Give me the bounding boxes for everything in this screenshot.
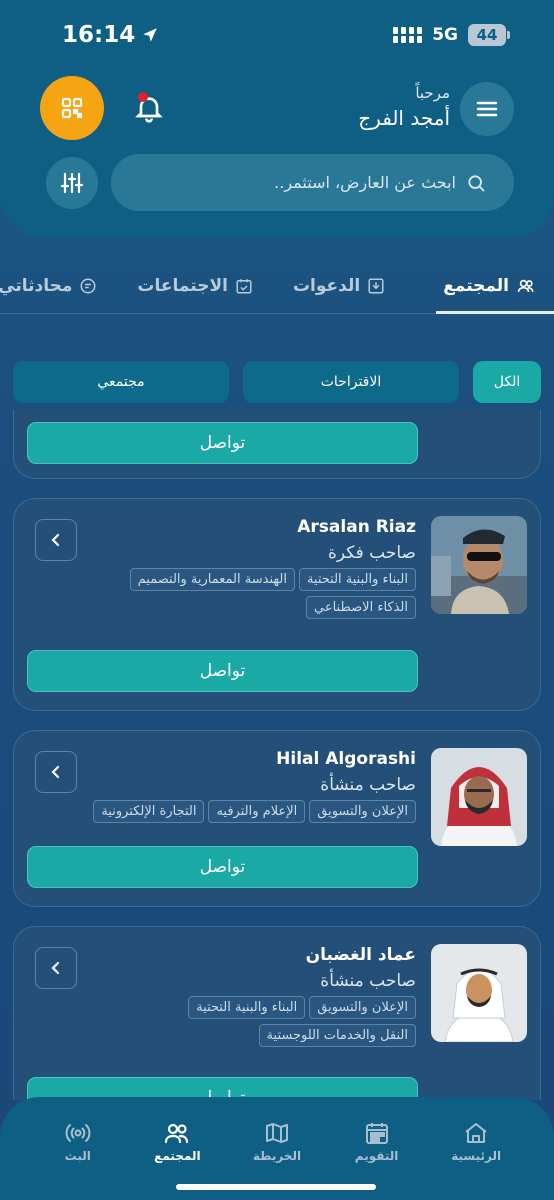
- tab-invitations[interactable]: الدعوات: [275, 262, 425, 310]
- nav-map-label: الخريطة: [252, 1149, 302, 1163]
- battery-icon: 44: [468, 24, 510, 46]
- user-name: أمجد الفرج: [358, 106, 450, 130]
- person-role: صاحب منشأة: [320, 971, 416, 991]
- connect-button[interactable]: تواصل: [27, 650, 418, 692]
- card-open-button[interactable]: [35, 751, 77, 793]
- person-role: صاحب منشأة: [320, 775, 416, 795]
- connect-label: تواصل: [199, 433, 246, 453]
- app-header: 16:14 5G 44 مرحباً أمجد الفرج ابحث عن ال…: [0, 0, 554, 238]
- chevron-left-icon: [51, 765, 60, 779]
- calendar-check-icon: [236, 279, 252, 294]
- filter-all[interactable]: الكل: [473, 361, 541, 403]
- filter-my-community[interactable]: مجتمعي: [13, 361, 229, 403]
- tab-community[interactable]: المجتمع: [425, 262, 554, 310]
- search-bar[interactable]: ابحث عن العارض، استثمر..: [111, 154, 514, 211]
- greeting-block: مرحباً أمجد الفرج: [358, 84, 450, 130]
- chevron-left-icon: [51, 533, 60, 547]
- nav-home-label: الرئيسية: [451, 1149, 502, 1163]
- connect-label: تواصل: [199, 857, 246, 877]
- tag: البناء والبنية التحتية: [188, 996, 306, 1019]
- people-list: تواصل Arsalan Riaz صاحب فكرة البناء والب…: [0, 410, 554, 1100]
- tag: البناء والبنية التحتية: [298, 568, 416, 591]
- tag: الذكاء الاصطناعي: [306, 596, 416, 619]
- tag: الإعلان والتسويق: [309, 996, 416, 1019]
- person-role: صاحب فكرة: [327, 543, 416, 563]
- broadcast-icon: [65, 1124, 91, 1142]
- filter-all-label: الكل: [493, 374, 521, 390]
- status-time: 16:14: [62, 22, 159, 48]
- chevron-left-icon: [51, 961, 60, 975]
- time-text: 16:14: [62, 22, 136, 48]
- qr-code-button[interactable]: [40, 76, 104, 140]
- tag: الهندسة المعمارية والتصميم: [129, 568, 295, 591]
- tab-chats[interactable]: محادثاتي: [0, 262, 119, 310]
- home-icon: [465, 1123, 487, 1143]
- location-arrow-icon: [143, 28, 157, 42]
- status-bar: 16:14 5G 44: [0, 0, 554, 70]
- filter-suggestions-label: الاقتراحات: [320, 374, 382, 390]
- menu-button[interactable]: [460, 82, 514, 136]
- person-name: Hilal Algorashi: [276, 749, 416, 769]
- calendar-icon: [365, 1123, 388, 1144]
- search-placeholder: ابحث عن العارض، استثمر..: [274, 173, 456, 192]
- nav-calendar-label: التقويم: [354, 1149, 399, 1163]
- tab-invitations-label: الدعوات: [292, 276, 361, 296]
- nav-community-label: المجتمع: [154, 1149, 201, 1163]
- home-indicator: [176, 1184, 376, 1190]
- avatar: [431, 944, 527, 1042]
- sliders-icon: [60, 172, 84, 194]
- filter-my-community-label: مجتمعي: [97, 374, 145, 390]
- search-icon: [468, 174, 485, 191]
- tab-meetings[interactable]: الاجتماعات: [119, 262, 275, 310]
- tag: الإعلان والتسويق: [309, 800, 416, 823]
- notification-dot: [138, 92, 148, 102]
- tag: الإعلام والترفيه: [208, 800, 306, 823]
- network-type: 5G: [432, 25, 458, 45]
- tab-chats-label: محادثاتي: [0, 276, 73, 296]
- nav-broadcast[interactable]: البث: [33, 1121, 123, 1200]
- card-open-button[interactable]: [35, 947, 77, 989]
- person-tags: الإعلان والتسويق الإعلام والترفيه التجار…: [36, 800, 416, 823]
- map-icon: [265, 1123, 288, 1143]
- person-card-partial: تواصل: [13, 410, 541, 479]
- person-card[interactable]: Arsalan Riaz صاحب فكرة البناء والبنية ال…: [13, 498, 541, 711]
- person-tags: البناء والبنية التحتية الهندسة المعمارية…: [86, 568, 416, 619]
- chat-bubble-icon: [80, 278, 96, 294]
- filter-settings-button[interactable]: [46, 157, 98, 209]
- tab-community-label: المجتمع: [443, 276, 509, 296]
- tag: النقل والخدمات اللوجستية: [258, 1024, 416, 1047]
- community-icon: [165, 1123, 189, 1144]
- download-tray-icon: [368, 278, 384, 294]
- avatar: [431, 516, 527, 614]
- tab-meetings-label: الاجتماعات: [137, 276, 228, 296]
- qr-code-icon: [61, 97, 83, 119]
- greeting-text: مرحباً: [415, 84, 450, 102]
- avatar: [431, 748, 527, 846]
- person-tags: الإعلان والتسويق البناء والبنية التحتية …: [86, 996, 416, 1047]
- users-icon: [517, 279, 534, 292]
- nav-home[interactable]: الرئيسية: [431, 1121, 521, 1200]
- signal-icon: [393, 27, 423, 43]
- card-open-button[interactable]: [35, 519, 77, 561]
- connect-button[interactable]: تواصل: [27, 846, 418, 888]
- battery-level: 44: [476, 26, 498, 44]
- filter-suggestions[interactable]: الاقتراحات: [243, 361, 459, 403]
- connect-label: تواصل: [199, 661, 246, 681]
- nav-broadcast-label: البث: [64, 1149, 91, 1163]
- person-card[interactable]: عماد الغضبان صاحب منشأة الإعلان والتسويق…: [13, 926, 541, 1100]
- person-name: Arsalan Riaz: [297, 517, 416, 537]
- connect-button[interactable]: تواصل: [27, 422, 418, 464]
- person-name: عماد الغضبان: [305, 945, 416, 965]
- community-tabs: المجتمع الدعوات الاجتماعات محادثاتي: [0, 262, 554, 314]
- person-card[interactable]: Hilal Algorashi صاحب منشأة الإعلان والتس…: [13, 730, 541, 907]
- active-tab-indicator: [436, 311, 554, 314]
- tag: التجارة الإلكترونية: [93, 800, 205, 823]
- hamburger-menu-icon: [476, 101, 498, 117]
- status-indicators: 5G 44: [393, 24, 510, 46]
